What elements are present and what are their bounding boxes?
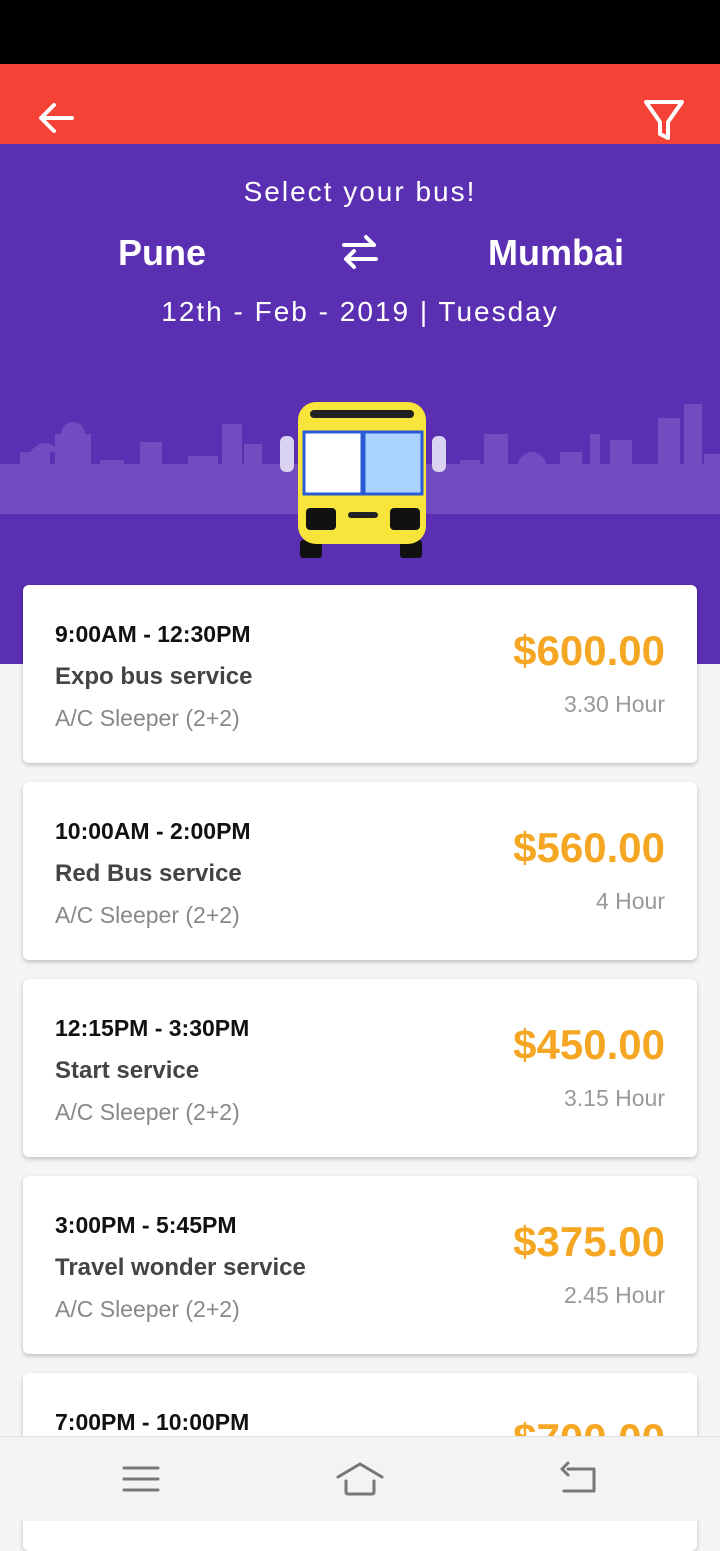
travel-date[interactable]: 12th - Feb - 2019 | Tuesday	[0, 296, 720, 328]
bus-card[interactable]: 12:15PM - 3:30PM Start service A/C Sleep…	[23, 979, 697, 1157]
bus-icon	[280, 402, 446, 558]
trip-duration: 2.45 Hour	[563, 1282, 665, 1308]
seat-type: A/C Sleeper (2+2)	[55, 705, 240, 731]
departure-arrival-time: 7:00PM - 10:00PM	[55, 1409, 250, 1435]
bus-card[interactable]: 3:00PM - 5:45PM Travel wonder service A/…	[23, 1176, 697, 1354]
operator-name: Start service	[55, 1057, 200, 1084]
trip-duration: 3.30 Hour	[563, 691, 665, 717]
menu-icon[interactable]	[118, 1459, 164, 1499]
fare-price: $375.00	[513, 1218, 665, 1265]
to-city[interactable]: Mumbai	[488, 232, 624, 274]
seat-type: A/C Sleeper (2+2)	[55, 1099, 240, 1125]
departure-arrival-time: 12:15PM - 3:30PM	[55, 1015, 250, 1041]
status-bar	[0, 0, 720, 64]
trip-duration: 3.15 Hour	[563, 1085, 665, 1111]
back-arrow-icon[interactable]	[30, 92, 82, 144]
hero-subtitle: Select your bus!	[243, 176, 477, 207]
operator-name: Red Bus service	[55, 860, 242, 887]
seat-type: A/C Sleeper (2+2)	[55, 902, 240, 928]
bus-card[interactable]: 10:00AM - 2:00PM Red Bus service A/C Sle…	[23, 782, 697, 960]
trip-duration: 4 Hour	[595, 888, 665, 914]
funnel-icon[interactable]	[636, 92, 692, 148]
fare-price: $450.00	[513, 1021, 665, 1068]
departure-arrival-time: 9:00AM - 12:30PM	[55, 621, 251, 647]
seat-type: A/C Sleeper (2+2)	[55, 1296, 240, 1322]
back-icon[interactable]	[556, 1459, 602, 1499]
swap-arrows-icon[interactable]	[336, 232, 384, 272]
fare-price: $560.00	[513, 824, 665, 871]
home-icon[interactable]	[336, 1459, 384, 1499]
app-bar	[0, 64, 720, 144]
system-nav-bar	[0, 1436, 720, 1521]
from-city[interactable]: Pune	[118, 232, 206, 274]
operator-name: Expo bus service	[55, 663, 253, 690]
departure-arrival-time: 10:00AM - 2:00PM	[55, 818, 251, 844]
fare-price: $600.00	[513, 627, 665, 674]
bus-card[interactable]: 9:00AM - 12:30PM Expo bus service A/C Sl…	[23, 585, 697, 763]
departure-arrival-time: 3:00PM - 5:45PM	[55, 1212, 237, 1238]
operator-name: Travel wonder service	[55, 1254, 306, 1281]
